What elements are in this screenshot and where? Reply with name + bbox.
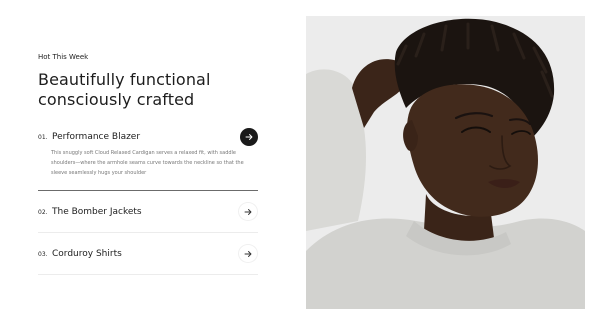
expand-button[interactable] <box>238 244 258 263</box>
accordion-header[interactable]: 01. Performance Blazer <box>38 124 258 150</box>
arrow-right-icon <box>245 134 253 140</box>
accordion-item-description: This snuggly soft Cloud Relaxed Cardigan… <box>51 150 244 176</box>
model-portrait-illustration <box>306 16 585 309</box>
section-headline: Beautifully functional consciously craft… <box>38 70 211 109</box>
accordion-item-bomber-jackets: 02. The Bomber Jackets <box>38 191 258 233</box>
accordion-item-number: 01. <box>38 134 48 141</box>
accordion-item-title[interactable]: Corduroy Shirts <box>52 249 238 259</box>
accordion-item-title[interactable]: The Bomber Jackets <box>52 207 238 217</box>
model-photo <box>306 16 585 309</box>
accordion-item-number: 03. <box>38 250 48 258</box>
accordion-item-title[interactable]: Performance Blazer <box>52 132 240 142</box>
expand-button[interactable] <box>238 202 258 221</box>
accordion-header[interactable]: 03. Corduroy Shirts <box>38 233 258 274</box>
accordion-item-number: 02. <box>38 208 48 216</box>
accordion-header[interactable]: 02. The Bomber Jackets <box>38 191 258 232</box>
arrow-right-icon <box>244 250 252 257</box>
expand-button[interactable] <box>240 128 258 146</box>
content-column: Hot This Week Beautifully functional con… <box>38 52 258 275</box>
accordion-item-performance-blazer: 01. Performance Blazer This snuggly soft… <box>38 124 258 191</box>
accordion-item-corduroy-shirts: 03. Corduroy Shirts <box>38 233 258 275</box>
arrow-right-icon <box>244 208 252 215</box>
product-accordion: 01. Performance Blazer This snuggly soft… <box>38 124 258 275</box>
section-eyebrow: Hot This Week <box>38 53 89 61</box>
